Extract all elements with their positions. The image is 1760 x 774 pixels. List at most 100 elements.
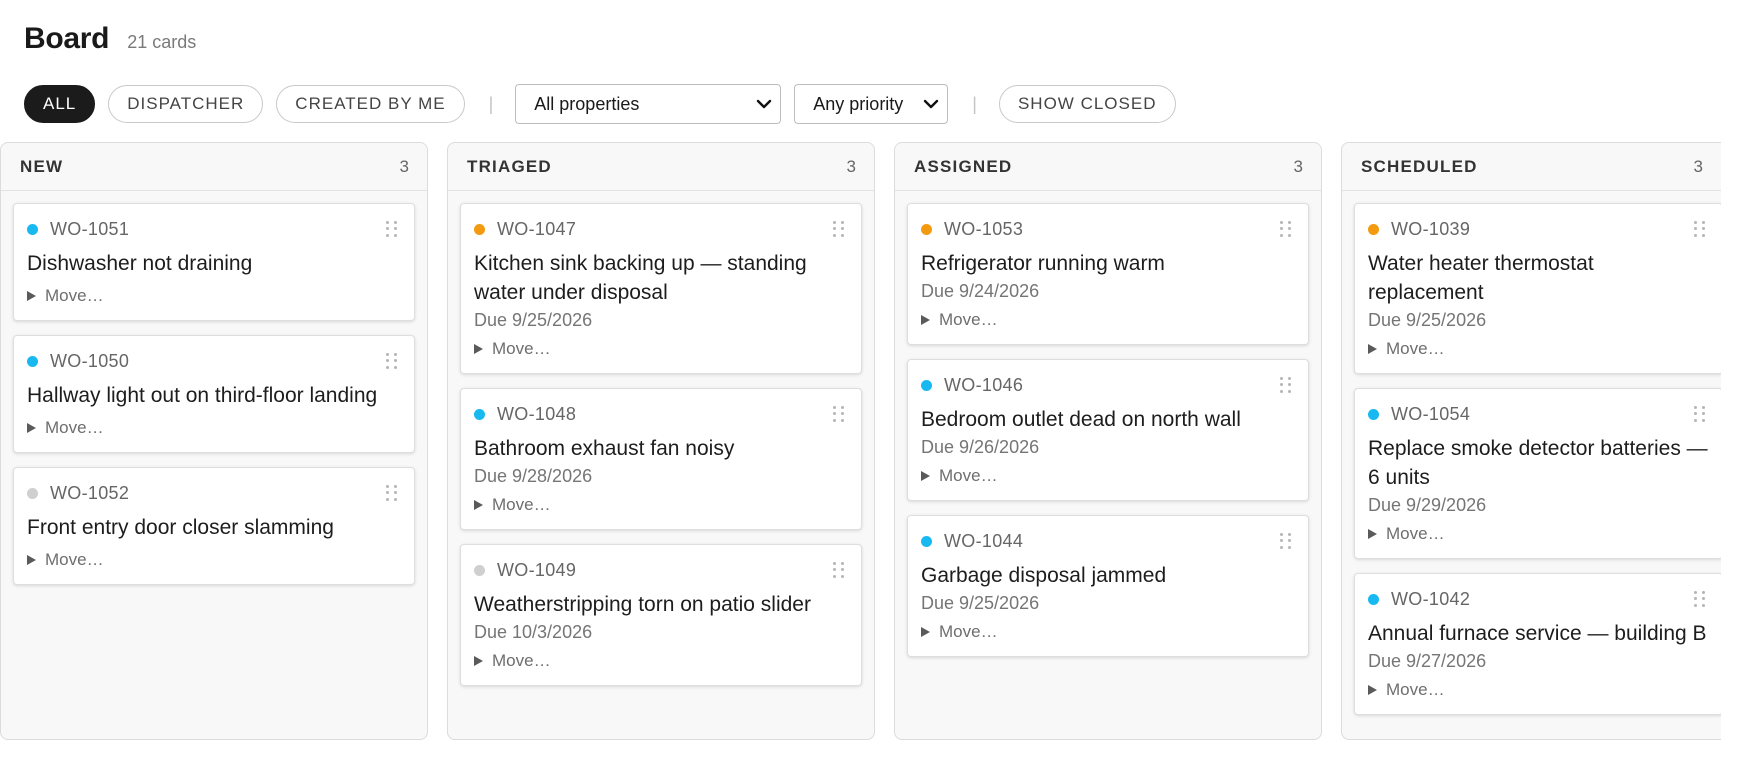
- work-order-card[interactable]: WO-1052 Front entry door closer slamming M…: [13, 467, 415, 585]
- drag-handle-icon[interactable]: [833, 221, 845, 237]
- card-header: WO-1052: [27, 482, 401, 504]
- work-order-card[interactable]: WO-1053 Refrigerator running warm Due 9/24…: [907, 203, 1309, 345]
- disclosure-triangle-icon: [921, 627, 930, 637]
- filter-dispatcher-button[interactable]: DISPATCHER: [108, 85, 264, 123]
- card-title: Bedroom outlet dead on north wall: [921, 408, 1241, 431]
- card-title: Garbage disposal jammed: [921, 564, 1167, 587]
- priority-dot-icon: [27, 355, 38, 367]
- chevron-down-icon: [924, 99, 939, 109]
- priority-dot-icon: [27, 223, 38, 235]
- move-toggle[interactable]: Move…: [921, 310, 1295, 330]
- priority-dot-icon: [1368, 408, 1379, 420]
- move-label: Move…: [45, 286, 104, 305]
- card-header: WO-1042: [1368, 588, 1709, 610]
- move-toggle[interactable]: Move…: [474, 651, 848, 671]
- due-date: Due 9/25/2026: [921, 593, 1040, 613]
- work-order-card[interactable]: WO-1051 Dishwasher not draining Move…: [13, 203, 415, 321]
- chevron-down-icon: [757, 99, 772, 109]
- work-order-id: WO-1039: [1391, 218, 1471, 239]
- move-toggle[interactable]: Move…: [474, 339, 848, 359]
- move-label: Move…: [492, 495, 551, 514]
- drag-handle-icon[interactable]: [386, 485, 398, 501]
- drag-handle-icon[interactable]: [1280, 533, 1292, 549]
- drag-handle-icon[interactable]: [833, 406, 845, 422]
- move-toggle[interactable]: Move…: [474, 495, 848, 515]
- card-header: WO-1044: [921, 530, 1295, 552]
- priority-dot-icon: [1368, 593, 1379, 605]
- card-count: 21 cards: [127, 32, 197, 52]
- column-title: NEW: [20, 156, 64, 176]
- work-order-id: WO-1054: [1391, 403, 1471, 424]
- property-select-value: All properties: [534, 93, 640, 114]
- priority-dot-icon: [1368, 223, 1379, 235]
- move-label: Move…: [939, 466, 998, 485]
- move-toggle[interactable]: Move…: [27, 550, 401, 570]
- work-order-id: WO-1042: [1391, 588, 1471, 609]
- work-order-card[interactable]: WO-1042 Annual furnace service — building…: [1354, 573, 1721, 715]
- move-toggle[interactable]: Move…: [921, 466, 1295, 486]
- card-header: WO-1054: [1368, 403, 1709, 425]
- card-title: Annual furnace service — building B: [1368, 622, 1707, 645]
- drag-handle-icon[interactable]: [1694, 406, 1706, 422]
- disclosure-triangle-icon: [1368, 344, 1377, 354]
- move-label: Move…: [45, 418, 104, 437]
- drag-handle-icon[interactable]: [1280, 221, 1292, 237]
- move-toggle[interactable]: Move…: [1368, 524, 1709, 544]
- drag-handle-icon[interactable]: [833, 562, 845, 578]
- disclosure-triangle-icon: [27, 555, 36, 565]
- work-order-card[interactable]: WO-1048 Bathroom exhaust fan noisy Due 9/2…: [460, 388, 862, 530]
- move-toggle[interactable]: Move…: [921, 622, 1295, 642]
- card-header: WO-1039: [1368, 218, 1709, 240]
- column-count: 3: [1293, 156, 1303, 176]
- show-closed-button[interactable]: SHOW CLOSED: [998, 85, 1176, 123]
- drag-handle-icon[interactable]: [386, 353, 398, 369]
- move-label: Move…: [1386, 524, 1445, 543]
- disclosure-triangle-icon: [27, 423, 36, 433]
- move-toggle[interactable]: Move…: [27, 418, 401, 438]
- disclosure-triangle-icon: [921, 471, 930, 481]
- work-order-id: WO-1050: [50, 350, 130, 371]
- card-list: WO-1053 Refrigerator running warm Due 9/24…: [895, 191, 1321, 657]
- work-order-card[interactable]: WO-1050 Hallway light out on third-floor …: [13, 335, 415, 453]
- card-title: Replace smoke detector batteries — 6 uni…: [1368, 437, 1708, 489]
- card-header: WO-1048: [474, 403, 848, 425]
- work-order-id: WO-1047: [497, 218, 577, 239]
- move-toggle[interactable]: Move…: [1368, 339, 1709, 359]
- drag-handle-icon[interactable]: [386, 221, 398, 237]
- card-header: WO-1051: [27, 218, 401, 240]
- drag-handle-icon[interactable]: [1694, 591, 1706, 607]
- column-scheduled: SCHEDULED 3 WO-1039 Water heater thermostat…: [1341, 142, 1721, 740]
- priority-dot-icon: [474, 223, 485, 235]
- work-order-card[interactable]: WO-1046 Bedroom outlet dead on north wall…: [907, 359, 1309, 501]
- due-date: Due 9/26/2026: [921, 437, 1040, 457]
- column-title: ASSIGNED: [914, 156, 1013, 176]
- move-label: Move…: [1386, 339, 1445, 358]
- property-select[interactable]: All properties: [515, 84, 782, 124]
- priority-dot-icon: [474, 564, 485, 576]
- work-order-card[interactable]: WO-1047 Kitchen sink backing up — standin…: [460, 203, 862, 374]
- card-title: Dishwasher not draining: [27, 252, 253, 275]
- work-order-id: WO-1053: [944, 218, 1024, 239]
- move-toggle[interactable]: Move…: [27, 286, 401, 306]
- card-header: WO-1046: [921, 374, 1295, 396]
- priority-dot-icon: [921, 535, 932, 547]
- drag-handle-icon[interactable]: [1694, 221, 1706, 237]
- column-triaged: TRIAGED 3 WO-1047 Kitchen sink backing up —…: [447, 142, 875, 740]
- due-date: Due 9/27/2026: [1368, 651, 1487, 671]
- card-header: WO-1050: [27, 350, 401, 372]
- work-order-card[interactable]: WO-1039 Water heater thermostat replaceme…: [1354, 203, 1721, 374]
- card-title: Hallway light out on third-floor landing: [27, 384, 378, 407]
- due-date: Due 9/29/2026: [1368, 495, 1487, 515]
- priority-select[interactable]: Any priority: [794, 84, 949, 124]
- work-order-card[interactable]: WO-1054 Replace smoke detector batteries …: [1354, 388, 1721, 559]
- work-order-card[interactable]: WO-1049 Weatherstripping torn on patio sl…: [460, 544, 862, 686]
- card-list: WO-1047 Kitchen sink backing up — standin…: [448, 191, 874, 686]
- column-header: TRIAGED 3: [448, 143, 874, 191]
- move-toggle[interactable]: Move…: [1368, 680, 1709, 700]
- due-date: Due 9/25/2026: [474, 310, 593, 330]
- filter-all-button[interactable]: ALL: [24, 85, 96, 123]
- filter-created-by-me-button[interactable]: CREATED BY ME: [276, 85, 465, 123]
- due-date: Due 9/24/2026: [921, 281, 1040, 301]
- drag-handle-icon[interactable]: [1280, 377, 1292, 393]
- work-order-card[interactable]: WO-1044 Garbage disposal jammed Due 9/25/2…: [907, 515, 1309, 657]
